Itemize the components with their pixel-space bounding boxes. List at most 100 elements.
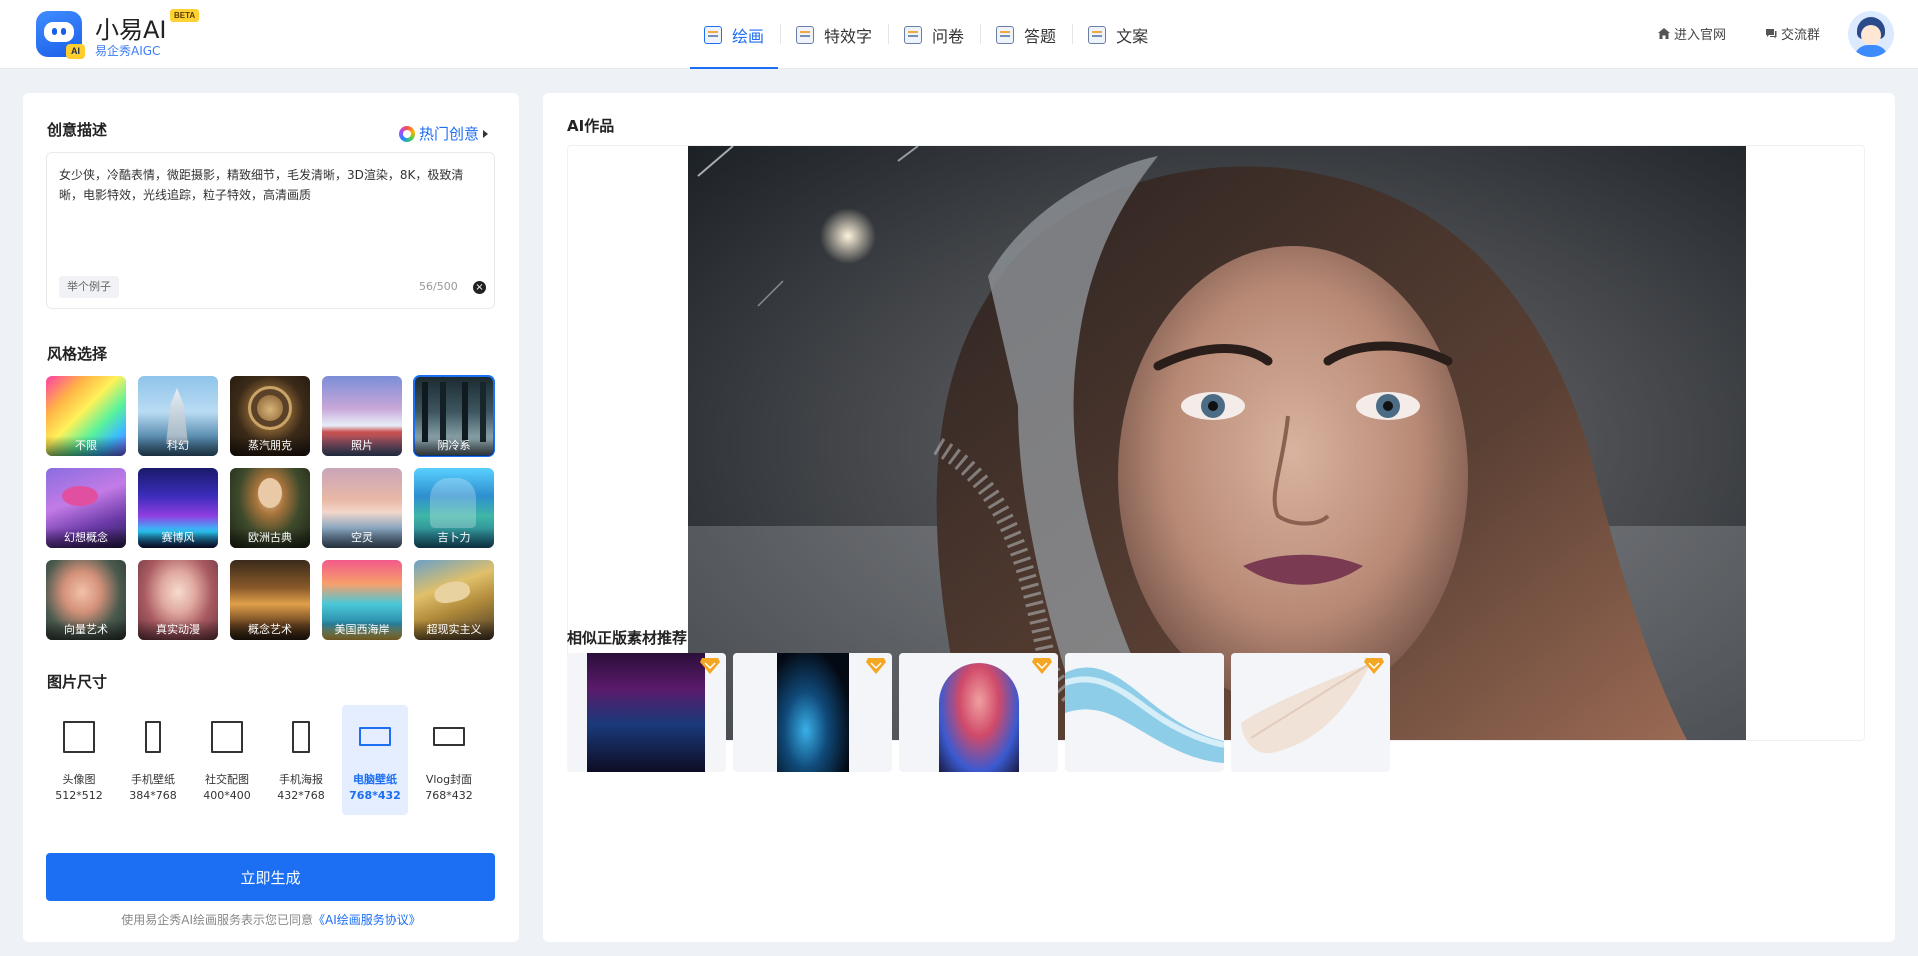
generated-artwork[interactable]	[688, 146, 1746, 740]
style-card-fantasy[interactable]: 幻想概念	[46, 468, 126, 548]
style-label: 赛博风	[138, 528, 218, 548]
tab-label: 问卷	[932, 26, 965, 46]
style-thumb-shape	[258, 478, 282, 508]
main-nav: 绘画 特效字 问卷 答题 文案	[688, 0, 1164, 69]
style-label: 幻想概念	[46, 528, 126, 548]
beta-badge: BETA	[170, 9, 200, 22]
square-icon	[211, 721, 243, 753]
generate-button[interactable]: 立即生成	[46, 853, 495, 901]
style-label: 空灵	[322, 528, 402, 548]
recommend-title: 相似正版素材推荐	[567, 629, 688, 647]
works-title: AI作品	[567, 117, 615, 135]
recommend-card[interactable]	[733, 653, 892, 772]
recommend-card[interactable]	[1065, 653, 1224, 772]
size-option-phone-wallpaper[interactable]: 手机壁纸 384*768	[120, 705, 186, 815]
style-card-real-anime[interactable]: 真实动漫	[138, 560, 218, 640]
style-label: 照片	[322, 436, 402, 456]
recommend-card[interactable]	[899, 653, 1058, 772]
agreement-link[interactable]: 《AI绘画服务协议》	[313, 913, 421, 927]
vip-crown-icon	[700, 658, 720, 674]
square-icon	[63, 721, 95, 753]
vip-crown-icon	[1032, 658, 1052, 674]
style-card-steampunk[interactable]: 蒸汽朋克	[230, 376, 310, 456]
text-effect-icon	[796, 25, 815, 44]
style-card-unlimited[interactable]: 不限	[46, 376, 126, 456]
style-card-concept-art[interactable]: 概念艺术	[230, 560, 310, 640]
size-dim: 512*512	[55, 789, 103, 802]
tab-quiz[interactable]: 答题	[980, 0, 1072, 69]
size-dim: 384*768	[129, 789, 177, 802]
style-label: 蒸汽朋克	[230, 436, 310, 456]
home-icon	[1658, 28, 1670, 39]
style-title: 风格选择	[47, 345, 108, 363]
color-ring-icon	[399, 125, 415, 142]
style-label: 超现实主义	[414, 620, 494, 640]
hot-ideas-button[interactable]: 热门创意	[399, 123, 489, 144]
size-option-desktop-wallpaper[interactable]: 电脑壁纸 768*432	[342, 705, 408, 815]
size-name: 社交配图	[205, 773, 249, 786]
app-subtitle: 易企秀AIGC	[95, 44, 161, 58]
size-option-social[interactable]: 社交配图 400*400	[194, 705, 260, 815]
copywriting-icon	[1088, 25, 1107, 44]
top-header: AI 小易AI BETA 易企秀AIGC 绘画 特效字 问卷 答题 文案 进入官…	[0, 0, 1918, 69]
logo-eye	[61, 28, 66, 35]
style-card-cyberpunk[interactable]: 赛博风	[138, 468, 218, 548]
style-card-gloomy[interactable]: 阴冷系	[413, 375, 495, 457]
community-label: 交流群	[1781, 28, 1821, 43]
recommend-card[interactable]	[567, 653, 726, 772]
agreement-text: 使用易企秀AI绘画服务表示您已同意《AI绘画服务协议》	[23, 911, 519, 928]
size-dim: 768*432	[425, 789, 473, 802]
style-card-ethereal[interactable]: 空灵	[322, 468, 402, 548]
portrait-icon	[145, 721, 161, 753]
style-card-surrealism[interactable]: 超现实主义	[414, 560, 494, 640]
quiz-icon	[996, 25, 1015, 44]
size-name: 头像图	[62, 773, 96, 786]
landscape-icon	[433, 727, 465, 746]
prompt-title: 创意描述	[47, 121, 108, 139]
style-card-vector-art[interactable]: 向量艺术	[46, 560, 126, 640]
style-label: 科幻	[138, 436, 218, 456]
recommend-thumb	[1065, 667, 1224, 763]
avatar-body	[1854, 45, 1888, 57]
landscape-icon	[359, 727, 391, 746]
community-link[interactable]: 交流群	[1765, 24, 1820, 43]
app-logo-icon[interactable]: AI	[36, 11, 85, 59]
clear-icon[interactable]: ×	[473, 281, 486, 294]
recommend-thumb	[587, 653, 705, 772]
style-label: 真实动漫	[138, 620, 218, 640]
creation-panel: 创意描述 热门创意 女少侠，冷酷表情，微距摄影，精致细节，毛发清晰，3D渲染，8…	[23, 93, 519, 942]
tab-survey[interactable]: 问卷	[888, 0, 980, 69]
size-option-vlog-cover[interactable]: Vlog封面 768*432	[416, 705, 482, 815]
tab-painting[interactable]: 绘画	[688, 0, 780, 69]
size-option-avatar[interactable]: 头像图 512*512	[46, 705, 112, 815]
vip-crown-icon	[1364, 658, 1384, 674]
vip-crown-icon	[866, 658, 886, 674]
tab-text-effect[interactable]: 特效字	[780, 0, 888, 69]
style-card-us-west-coast[interactable]: 美国西海岸	[322, 560, 402, 640]
style-card-european-classic[interactable]: 欧洲古典	[230, 468, 310, 548]
size-name: 手机壁纸	[131, 773, 175, 786]
agreement-prefix: 使用易企秀AI绘画服务表示您已同意	[121, 913, 313, 927]
style-card-photo[interactable]: 照片	[322, 376, 402, 456]
style-card-ghibli[interactable]: 吉卜力	[414, 468, 494, 548]
style-thumb-shape	[430, 478, 476, 528]
tab-copywriting[interactable]: 文案	[1072, 0, 1164, 69]
style-card-scifi[interactable]: 科幻	[138, 376, 218, 456]
size-option-phone-poster[interactable]: 手机海报 432*768	[268, 705, 334, 815]
recommend-card[interactable]	[1231, 653, 1390, 772]
artwork-frame	[567, 145, 1865, 741]
avatar-face	[1861, 25, 1881, 45]
official-site-link[interactable]: 进入官网	[1658, 24, 1726, 43]
avatar[interactable]	[1848, 11, 1894, 57]
size-dim: 400*400	[203, 789, 251, 802]
style-label: 向量艺术	[46, 620, 126, 640]
prompt-text[interactable]: 女少侠，冷酷表情，微距摄影，精致细节，毛发清晰，3D渲染，8K，极致清晰，电影特…	[59, 165, 483, 205]
hot-ideas-label: 热门创意	[419, 125, 480, 143]
prompt-textarea[interactable]: 女少侠，冷酷表情，微距摄影，精致细节，毛发清晰，3D渲染，8K，极致清晰，电影特…	[46, 152, 495, 309]
size-name: 手机海报	[279, 773, 323, 786]
style-thumb-shape	[432, 578, 472, 606]
tab-label: 特效字	[824, 26, 873, 46]
style-label: 阴冷系	[414, 436, 494, 456]
caret-right-icon	[483, 129, 489, 138]
example-button[interactable]: 举个例子	[59, 276, 119, 298]
